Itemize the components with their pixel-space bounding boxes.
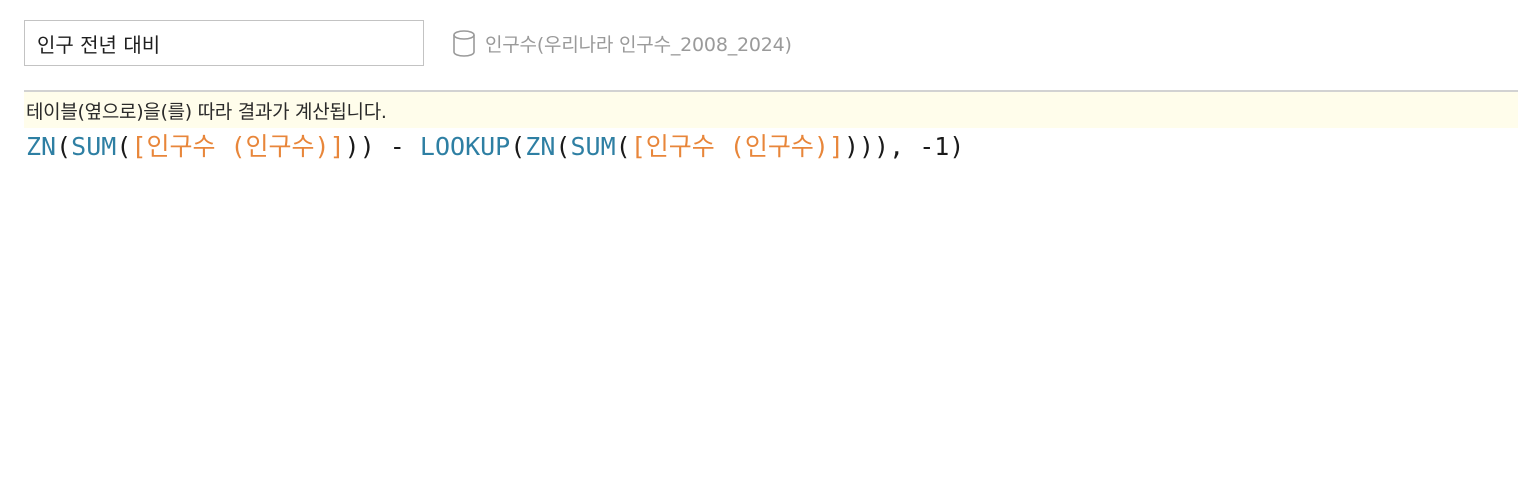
formula-token-field: [인구수 (인구수)]: [630, 132, 844, 161]
formula-token-fn: ZN: [525, 132, 556, 161]
formula-token-punct: (: [555, 132, 571, 161]
formula-token-fn: SUM: [71, 132, 117, 161]
calculation-name-input[interactable]: [24, 20, 424, 66]
formula-token-fn: ZN: [26, 132, 57, 161]
calculation-scope-hint: 테이블(옆으로)을(를) 따라 결과가 계산됩니다.: [24, 92, 1518, 128]
formula-token-punct: (: [56, 132, 72, 161]
formula-token-field: [인구수 (인구수)]: [131, 132, 345, 161]
formula-token-punct: (: [116, 132, 132, 161]
database-icon: [452, 26, 476, 60]
datasource-indicator: 인구수(우리나라 인구수_2008_2024): [452, 26, 792, 60]
formula-token-punct: (: [510, 132, 526, 161]
formula-token-punct: (: [615, 132, 631, 161]
formula-editor[interactable]: ZN(SUM([인구수 (인구수)])) - LOOKUP(ZN(SUM([인구…: [26, 128, 1498, 476]
formula-token-fn: SUM: [570, 132, 616, 161]
datasource-label: 인구수(우리나라 인구수_2008_2024): [485, 33, 792, 56]
formula-token-punct: )) -: [344, 132, 420, 161]
hint-text: 테이블(옆으로)을(를) 따라 결과가 계산됩니다.: [26, 100, 387, 123]
formula-token-punct: ))), -1): [843, 132, 965, 161]
formula-token-fn: LOOKUP: [419, 132, 511, 161]
